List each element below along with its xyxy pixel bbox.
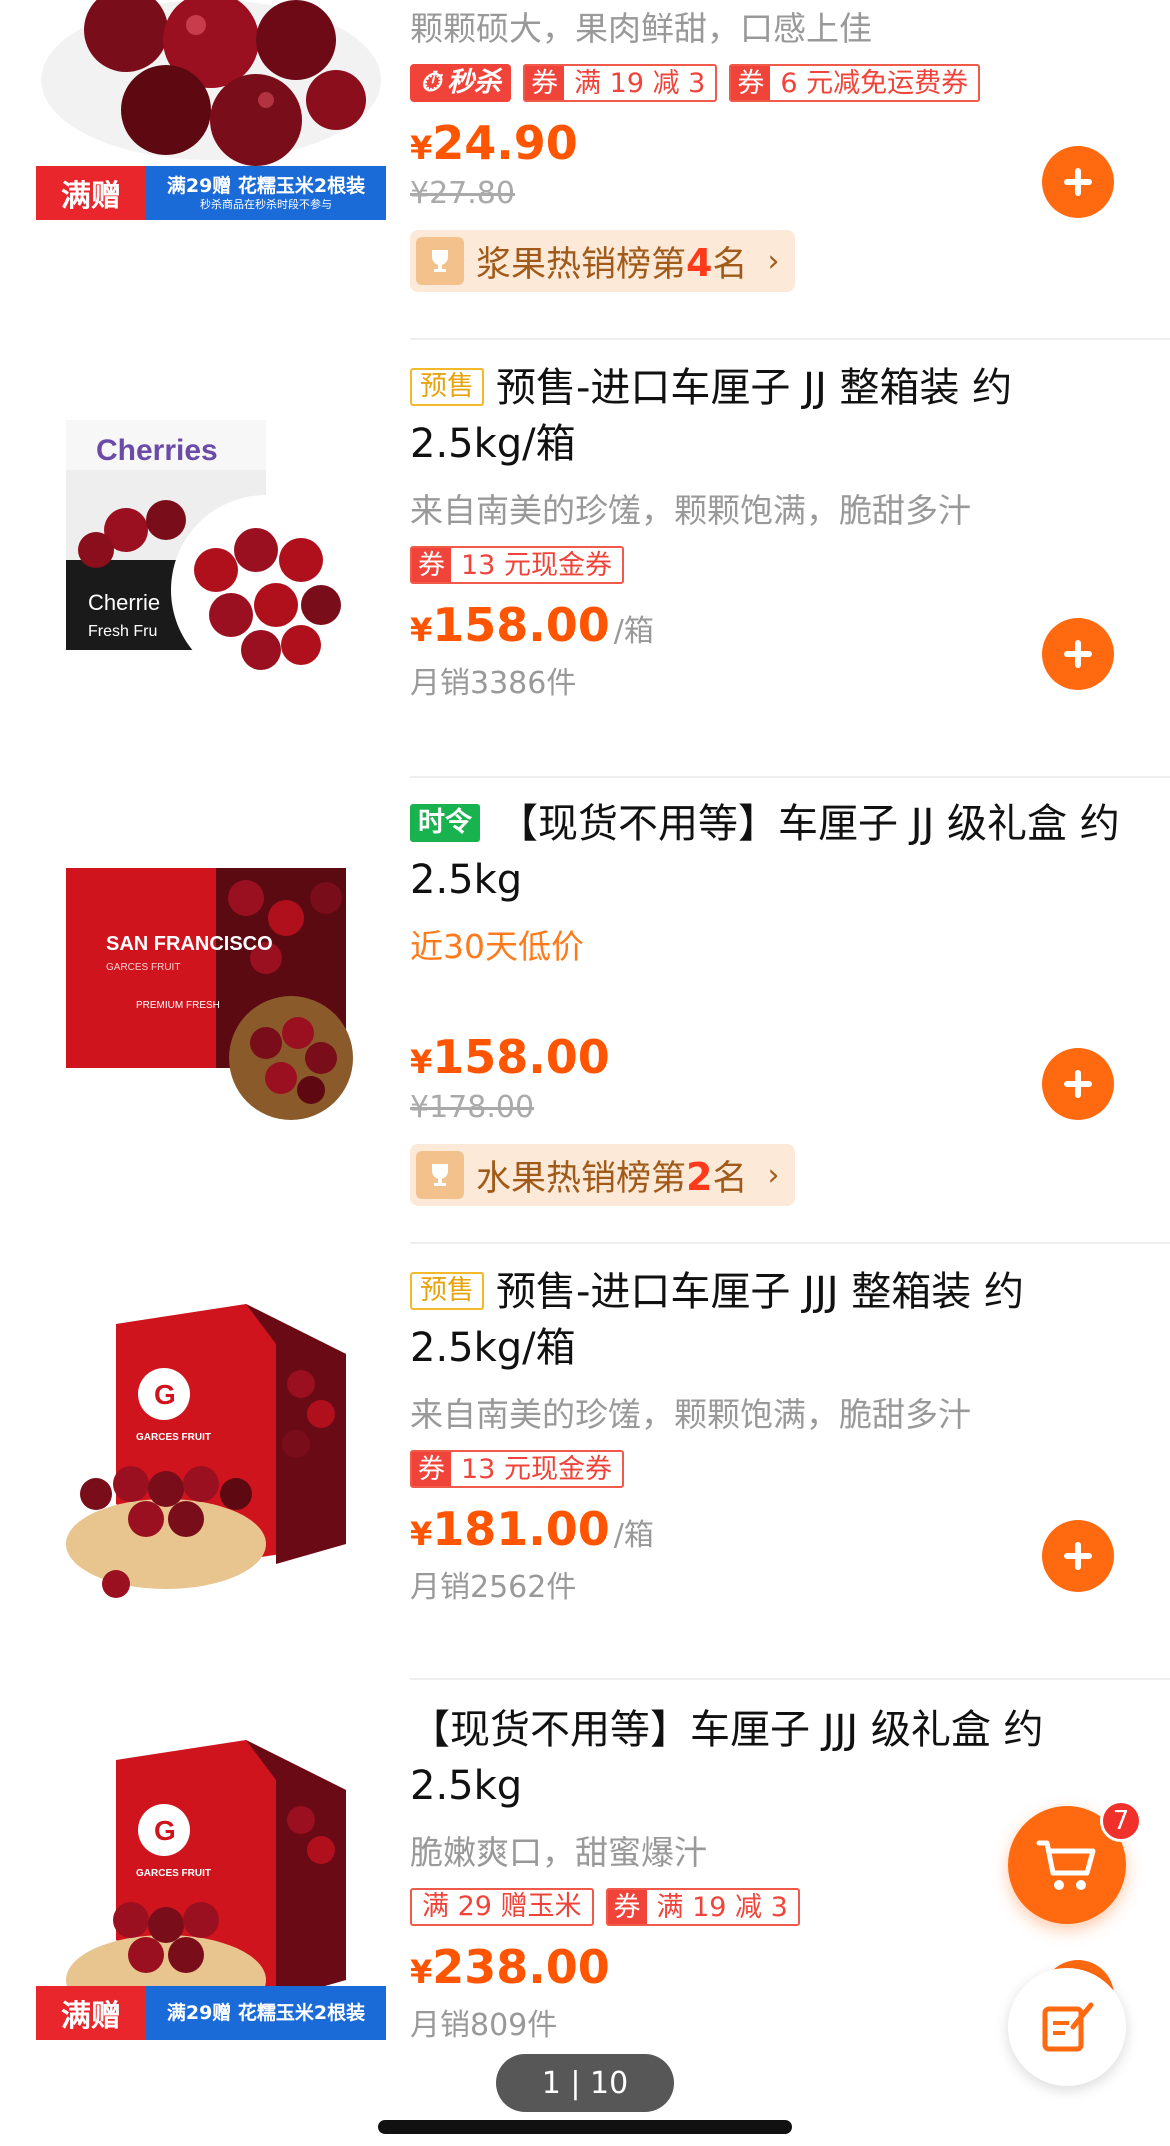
ranking-badge[interactable]: 浆果热销榜第4名 › [410, 230, 796, 292]
box-label-3: PREMIUM FRESH [136, 1000, 220, 1011]
product-image-2[interactable]: Cherries Cherrie Fresh Fru [36, 410, 386, 710]
plus-icon [1064, 1542, 1092, 1570]
promo-banner: 满赠 满29赠 花糯玉米2根装 [36, 1986, 386, 2040]
coupon-tag: 券 13 元现金券 [410, 1450, 624, 1488]
product-image-5[interactable]: G GARCES FRUIT 满赠 满29赠 花糯玉米2根装 [36, 1740, 386, 2040]
coupon-tag: 券 满 19 减 3 [523, 64, 718, 102]
ranking-badge[interactable]: 水果热销榜第2名 › [410, 1144, 796, 1206]
svg-text:G: G [154, 1379, 176, 1410]
presale-badge: 预售 [410, 1272, 484, 1310]
coupon-tag: 券 13 元现金券 [410, 546, 624, 584]
product-price: ¥ 158.00 [410, 1030, 610, 1084]
shopping-cart-icon [1036, 1840, 1096, 1890]
presale-badge: 预售 [410, 368, 484, 406]
product-subtitle: 颗颗硕大，果肉鲜甜，口感上佳 [410, 9, 872, 48]
promo-banner-text: 满29赠 花糯玉米2根装 [166, 2002, 366, 2024]
product-tags: 券 13 元现金券 [410, 546, 1150, 584]
product-price: ¥ 181.00 /箱 [410, 1502, 654, 1556]
seckill-badge: ⏱ 秒杀 [410, 64, 512, 102]
promo-banner-note: 秒杀商品在秒杀时段不参与 [200, 198, 332, 211]
edit-note-button[interactable] [1008, 1968, 1126, 2086]
monthly-sales: 月销3386件 [410, 666, 577, 701]
box-label: GARCES FRUIT [136, 1432, 211, 1443]
svg-text:G: G [154, 1815, 176, 1846]
add-to-cart-button[interactable] [1042, 1520, 1114, 1592]
product-card-1[interactable]: 满赠 满29赠 花糯玉米2根装 秒杀商品在秒杀时段不参与 颗颗硕大，果肉鲜甜，口… [0, 0, 1170, 340]
product-title[interactable]: 预售-进口车厘子 JJJ 整箱装 约 2.5kg/箱 [410, 1269, 1024, 1371]
monthly-sales: 月销2562件 [410, 1570, 577, 1605]
cart-count-badge: 7 [1100, 1800, 1142, 1842]
trophy-icon [416, 237, 464, 285]
page-indicator: 1 | 10 [496, 2054, 674, 2112]
product-title[interactable]: 【现货不用等】车厘子 JJJ 级礼盒 约 2.5kg [410, 1702, 1150, 1814]
box-label: GARCES FRUIT [136, 1868, 211, 1879]
product-tags: ⏱ 秒杀 券 满 19 减 3 券 6 元减免运费券 [410, 64, 1150, 102]
add-to-cart-button[interactable] [1042, 1048, 1114, 1120]
low-price-label: 近30天低价 [410, 927, 584, 966]
box-label-2: Cherrie [88, 590, 160, 615]
plus-icon [1064, 640, 1092, 668]
box-label: Cherries [96, 434, 218, 467]
plus-icon [1064, 168, 1092, 196]
product-price: ¥ 158.00 /箱 [410, 598, 654, 652]
promo-banner-tag: 满赠 [36, 166, 146, 220]
promo-banner-text: 满29赠 花糯玉米2根装 [166, 175, 366, 197]
original-price: ¥27.80 [410, 176, 515, 211]
trophy-icon [416, 1151, 464, 1199]
seasonal-badge: 时令 [410, 804, 480, 842]
product-subtitle: 来自南美的珍馐，颗颗饱满，脆甜多汁 [410, 491, 971, 530]
product-subtitle: 来自南美的珍馐，颗颗饱满，脆甜多汁 [410, 1395, 971, 1434]
gift-box-image: SAN FRANCISCO GARCES FRUIT PREMIUM FRESH [66, 868, 353, 1120]
product-tags: 券 13 元现金券 [410, 1450, 1150, 1488]
clock-icon: ⏱ [420, 67, 442, 98]
box-label-3: Fresh Fru [88, 623, 157, 640]
coupon-tag: 券 6 元减免运费券 [729, 64, 981, 102]
gift-tag: 满 29 赠玉米 [410, 1888, 594, 1926]
product-card-2[interactable]: Cherries Cherrie Fresh Fru 预售 预售-进口车厘子 JJ… [0, 340, 1170, 780]
gift-box-image: G GARCES FRUIT [66, 1304, 346, 1598]
box-label: SAN FRANCISCO [106, 933, 273, 955]
product-title[interactable]: 【现货不用等】车厘子 JJ 级礼盒 约 2.5kg [410, 801, 1120, 903]
product-image-1[interactable]: 满赠 满29赠 花糯玉米2根装 秒杀商品在秒杀时段不参与 [36, 0, 386, 220]
add-to-cart-button[interactable] [1042, 618, 1114, 690]
original-price: ¥178.00 [410, 1090, 535, 1125]
chevron-right-icon: › [767, 1157, 780, 1193]
add-to-cart-button[interactable] [1042, 146, 1114, 218]
promo-banner-tag: 满赠 [36, 1986, 146, 2040]
plus-icon [1064, 1070, 1092, 1098]
product-image-3[interactable]: SAN FRANCISCO GARCES FRUIT PREMIUM FRESH [36, 868, 386, 1128]
edit-icon [1042, 2002, 1094, 2052]
product-image-4[interactable]: G GARCES FRUIT [36, 1304, 386, 1604]
product-card-4[interactable]: G GARCES FRUIT 预售 预售-进口车厘子 JJJ 整箱装 约 2.5k… [0, 1244, 1170, 1680]
chevron-right-icon: › [767, 243, 780, 279]
box-label-2: GARCES FRUIT [106, 962, 180, 973]
home-indicator[interactable] [378, 2120, 792, 2134]
product-price: ¥ 24.90 [410, 116, 578, 170]
product-card-3[interactable]: SAN FRANCISCO GARCES FRUIT PREMIUM FRESH… [0, 778, 1170, 1244]
cherries-box-image: Cherries Cherrie Fresh Fru [66, 420, 361, 685]
coupon-tag: 券 满 19 减 3 [605, 1888, 800, 1926]
product-title[interactable]: 预售-进口车厘子 JJ 整箱装 约 2.5kg/箱 [410, 365, 1012, 467]
promo-banner: 满赠 满29赠 花糯玉米2根装 秒杀商品在秒杀时段不参与 [36, 166, 386, 220]
